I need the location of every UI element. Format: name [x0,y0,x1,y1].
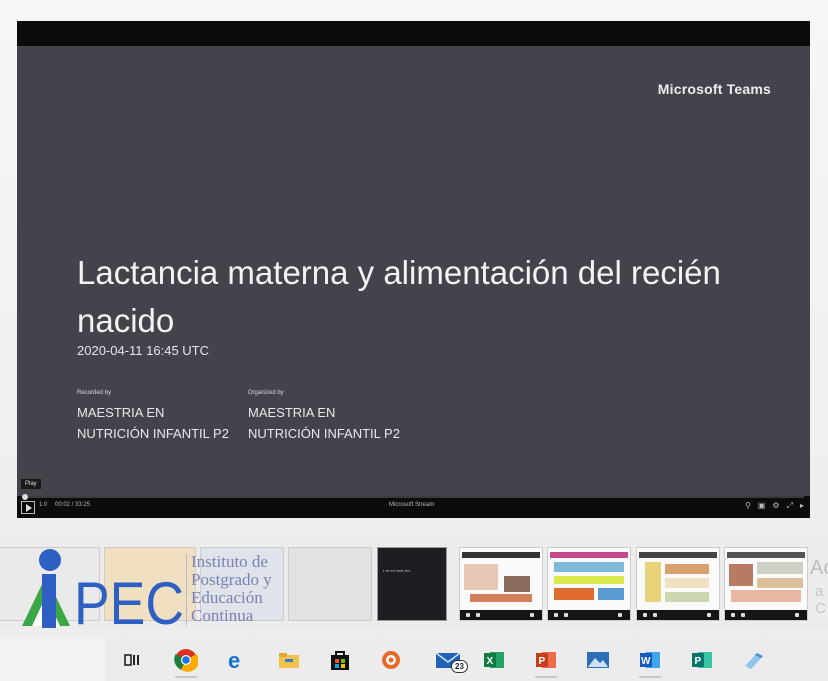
progress-handle[interactable] [22,494,28,500]
time-display: 00:02 / 33:25 [55,502,91,508]
slide-thumbnail[interactable] [636,547,720,621]
svg-text:P: P [695,656,702,667]
volume-icon[interactable]: ▸ [800,501,804,511]
play-tooltip: Play [20,478,42,490]
photos-icon[interactable] [582,645,614,675]
captions-icon[interactable]: ▣ [758,501,766,511]
search-icon[interactable]: ⚲ [745,501,751,511]
svg-text:e: e [228,649,240,671]
edge-icon[interactable]: e [222,645,254,675]
video-thumbnail[interactable]: ▪ ▪▪▪ ▪▪▪ ▪▪▪▪▪ ▪▪▪▪ [377,547,447,621]
video-thumbnail-title: ▪ ▪▪▪ ▪▪▪ ▪▪▪▪▪ ▪▪▪▪ [383,568,411,573]
video-player[interactable]: Microsoft Teams Lactancia materna y alim… [17,21,810,518]
svg-text:W: W [641,656,651,667]
organized-by-block: Organized by MAESTRIA EN NUTRICIÓN INFAN… [248,390,408,444]
activate-windows-watermark-line2: a C [815,583,826,617]
mail-unread-badge: 23 [451,660,468,673]
recording-datetime: 2020-04-11 16:45 UTC [77,343,210,358]
stream-brand-label: Microsoft Stream [389,502,435,508]
media-player-icon[interactable] [375,645,407,675]
publisher-icon[interactable]: P [686,645,718,675]
organized-by-name: MAESTRIA EN NUTRICIÓN INFANTIL P2 [248,405,400,441]
svg-text:X: X [487,656,494,667]
task-view-icon[interactable] [116,645,148,675]
recording-title: Lactancia materna y alimentación del rec… [77,254,721,339]
recorded-by-label: Recorded by [77,390,112,396]
chrome-icon[interactable] [170,645,202,678]
player-top-bar [17,21,810,46]
file-explorer-icon[interactable] [273,645,305,675]
ipec-logo-mark: PEC [22,549,184,628]
paint-icon[interactable] [738,645,770,675]
player-controls: 1.0 00:02 / 33:25 Microsoft Stream ⚲ ▣ ⚙… [17,494,810,518]
slide-thumbnail[interactable] [547,547,631,621]
slide-thumbnail[interactable] [724,547,808,621]
mail-icon[interactable]: 23 [428,645,468,675]
speed-label[interactable]: 1.0 [39,502,47,508]
organized-by-label: Organized by [248,390,284,396]
screen: Microsoft Teams Lactancia materna y alim… [0,0,828,681]
slide-thumbnail[interactable] [459,547,543,621]
play-button[interactable] [21,501,35,514]
powerpoint-icon[interactable]: P [530,645,562,678]
settings-gear-icon[interactable]: ⚙ [772,501,779,511]
svg-text:PEC: PEC [74,570,184,628]
fullscreen-icon[interactable]: ⤢ [787,501,793,511]
teams-brand-label: Microsoft Teams [657,81,771,97]
word-icon[interactable]: W [634,645,666,678]
excel-icon[interactable]: X [478,645,510,675]
store-icon[interactable] [324,645,356,675]
recorded-by-block: Recorded by MAESTRIA EN NUTRICIÓN INFANT… [77,390,237,444]
activate-windows-watermark: Activ [810,557,828,579]
progress-bar[interactable] [22,494,804,500]
video-frame[interactable]: Microsoft Teams Lactancia materna y alim… [17,46,810,496]
play-icon [26,503,32,512]
participant-thumbnail[interactable] [288,547,372,621]
svg-text:P: P [539,656,546,667]
player-control-icons: ⚲ ▣ ⚙ ⤢ ▸ [745,501,804,511]
ipec-logo-text: Instituto de Postgrado y Educación Conti… [186,553,272,626]
recorded-by-name: MAESTRIA EN NUTRICIÓN INFANTIL P2 [77,405,229,441]
ipec-logo: PEC Instituto de Postgrado y Educación C… [18,542,298,628]
windows-taskbar: e 23 X P W P [0,638,828,681]
